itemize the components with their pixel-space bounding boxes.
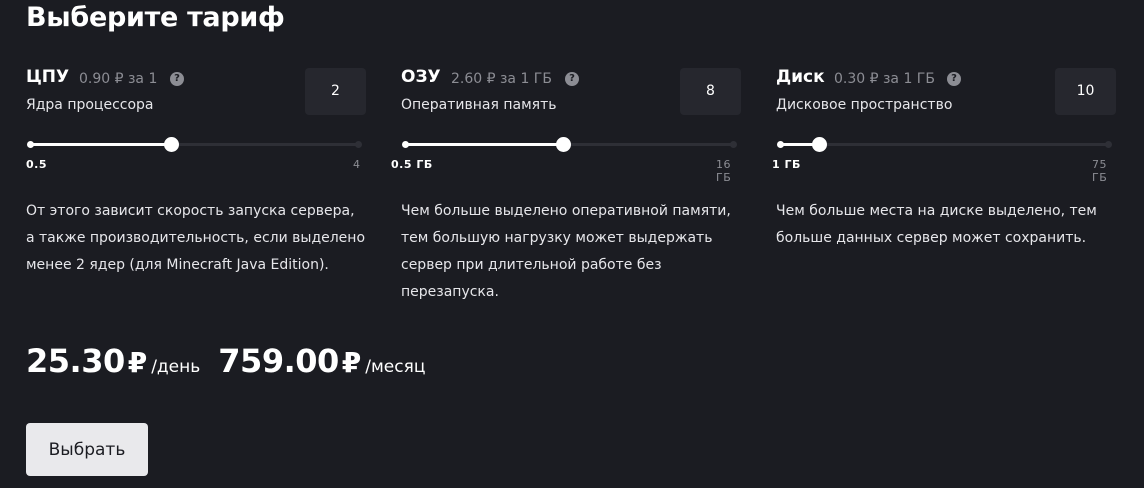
ram-value-input[interactable]: 8 [680,68,741,115]
slider-max-label: 75 ГБ [1092,158,1108,184]
select-plan-button[interactable]: Выбрать [26,423,148,476]
help-icon[interactable]: ? [170,72,184,86]
resource-description: Чем больше выделено оперативной памяти, … [401,203,731,300]
slider-min-label: 0.5 ГБ [391,158,433,171]
slider-min-dot [777,141,784,148]
slider-max-label: 4 [353,158,361,171]
resource-subtitle: Ядра процессора [26,97,154,113]
resource-price: 0.30 ₽ за 1 ГБ [834,71,935,87]
slider-max-label: 16 ГБ [716,158,732,184]
disk-slider[interactable] [776,136,1113,152]
slider-min-label: 0.5 [26,158,47,171]
resource-description: Чем больше места на диске выделено, тем … [776,203,1097,246]
slider-thumb[interactable] [555,137,571,152]
slider-min-dot [402,141,409,148]
ruble-icon: ₽ [127,346,148,379]
help-icon[interactable]: ? [565,72,579,86]
resource-subtitle: Дисковое пространство [776,97,953,113]
slider-fill [405,143,563,146]
help-icon[interactable]: ? [947,72,961,86]
resource-name: ЦПУ [26,67,70,87]
monthly-unit: /месяц [365,357,426,377]
slider-max-dot [730,141,737,148]
ruble-icon: ₽ [341,346,362,379]
slider-thumb[interactable] [164,137,180,152]
resource-price: 2.60 ₽ за 1 ГБ [451,71,552,87]
daily-unit: /день [151,357,201,377]
slider-max-dot [355,141,362,148]
resource-description: От этого зависит скорость запуска сервер… [26,203,366,273]
monthly-price: 759.00 [218,342,339,380]
slider-thumb[interactable] [812,137,828,152]
ram-slider[interactable] [401,136,738,152]
resource-disk: Диск 0.30 ₽ за 1 ГБ ? Дисковое пространс… [772,66,1116,246]
resource-name: ОЗУ [401,67,441,87]
price-summary: 25.30 ₽ /день 759.00 ₽ /месяц [26,342,425,380]
resource-name: Диск [776,67,825,87]
cpu-value-input[interactable]: 2 [305,68,366,115]
resource-price: 0.90 ₽ за 1 [79,71,158,87]
slider-min-dot [27,141,34,148]
cpu-slider[interactable] [26,136,363,152]
slider-fill [30,143,172,146]
slider-max-dot [1105,141,1112,148]
daily-price: 25.30 [26,342,125,380]
slider-min-label: 1 ГБ [772,158,801,171]
resource-cpu: ЦПУ 0.90 ₽ за 1 ? Ядра процессора 2 0.5 … [26,66,366,273]
page-title: Выберите тариф [26,2,285,33]
resource-subtitle: Оперативная память [401,97,557,113]
slider-track [780,143,1109,146]
resource-ram: ОЗУ 2.60 ₽ за 1 ГБ ? Оперативная память … [391,66,741,300]
disk-value-input[interactable]: 10 [1055,68,1116,115]
